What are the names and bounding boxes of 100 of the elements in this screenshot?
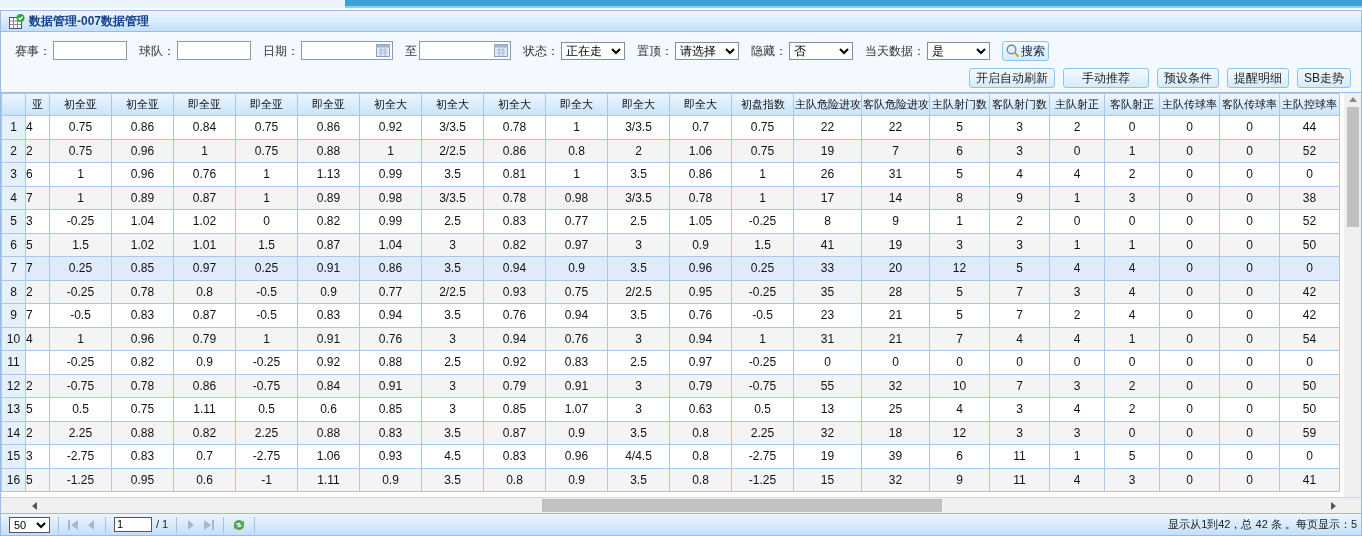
table-row[interactable]: 9 7 -0.5 0.83 0.87 -0.5 0.83 0.94 3.5 0.76 0.94 3.5 0.76 -0.5 23 21 5 7 2 4 0 0 42 (1, 303, 1340, 327)
table-row[interactable]: 11 -0.25 0.82 0.9 -0.25 0.92 0.88 2.5 0.92 0.83 2.5 0.97 -0.25 0 0 0 0 0 0 0 0 0 (1, 350, 1340, 374)
table-cell: 0 (1246, 190, 1253, 205)
table-cell: 33 (820, 261, 835, 276)
date-field[interactable] (301, 41, 393, 60)
page-size-select[interactable]: 50 (9, 516, 50, 533)
row-number: 5 (10, 214, 17, 229)
table-cell: 38 (1302, 190, 1317, 205)
table-cell: 0.8 (506, 472, 523, 487)
action-button[interactable]: 预设条件 (1157, 68, 1219, 88)
table-cell: 1.07 (564, 402, 589, 417)
vertical-scrollbar[interactable] (1344, 93, 1361, 497)
table-row[interactable]: 8 2 -0.25 0.78 0.8 -0.5 0.9 0.77 2/2.5 0.93 0.75 2/2.5 0.95 -0.25 35 28 5 7 3 4 0 0 42 (1, 280, 1340, 304)
table-cell: 0 (1246, 143, 1253, 158)
table-cell: 5 (956, 284, 963, 299)
table-cell: 0 (1246, 402, 1253, 417)
row-number: 7 (10, 261, 17, 276)
table-cell: 0 (1246, 308, 1253, 323)
table-cell: 2.25 (750, 425, 775, 440)
date-field[interactable] (419, 41, 511, 60)
table-row[interactable]: 1 4 0.75 0.86 0.84 0.75 0.86 0.92 3/3.5 0.78 1 3/3.5 0.7 0.75 22 22 5 3 2 0 0 0 44 (1, 115, 1340, 139)
table-row[interactable]: 2 2 0.75 0.96 1 0.75 0.88 1 2/2.5 0.86 0.8 2 1.06 0.75 19 7 6 3 0 1 0 0 52 (1, 139, 1340, 163)
table-cell: 2 (1073, 120, 1081, 135)
table-cell: 0.82 (502, 237, 527, 252)
table-row[interactable]: 3 6 1 0.96 0.76 1 1.13 0.99 3.5 0.81 1 3.5 0.86 1 26 31 5 4 4 2 0 0 0 (1, 162, 1340, 186)
scrollbar-thumb[interactable] (1346, 107, 1359, 227)
table-row[interactable]: 14 2 2.25 0.88 0.82 2.25 0.88 0.83 3.5 0.87 0.9 3.5 0.8 2.25 32 18 12 3 3 0 0 0 59 (1, 421, 1340, 445)
table-cell: 0.82 (192, 425, 217, 440)
table-row[interactable]: 6 5 1.5 1.02 1.01 1.5 0.87 1.04 3 0.82 0.97 3 0.9 1.5 41 19 3 3 1 1 0 0 50 (1, 233, 1340, 257)
refresh-icon[interactable] (232, 517, 247, 532)
table-row[interactable]: 13 5 0.5 0.75 1.11 0.5 0.6 0.85 3 0.85 1.07 3 0.63 0.5 13 25 4 3 4 2 0 0 50 (1, 397, 1340, 421)
table-cell: 4 (1073, 331, 1081, 346)
table-cell: 0.76 (502, 308, 527, 323)
calendar-icon[interactable] (376, 44, 390, 57)
table-cell: 4 (1073, 472, 1081, 487)
table-cell: 0 (1306, 449, 1313, 464)
horizontal-scrollbar[interactable] (1, 497, 1361, 513)
table-cell: 0 (1128, 120, 1136, 135)
action-button[interactable]: 开启自动刷新 (969, 68, 1055, 88)
scroll-left-icon[interactable] (31, 501, 39, 510)
table-cell: 0 (1186, 331, 1193, 346)
table-row[interactable]: 7 7 0.25 0.85 0.97 0.25 0.91 0.86 3.5 0.94 0.9 3.5 0.96 0.25 33 20 12 5 4 4 0 0 0 (1, 256, 1340, 280)
last-page-icon[interactable] (203, 518, 216, 531)
table-cell: 25 (888, 402, 903, 417)
table-cell: 0 (824, 355, 831, 370)
table-cell: 1 (387, 143, 394, 158)
table-cell: 0.87 (192, 308, 217, 323)
text-field[interactable] (53, 41, 127, 60)
table-cell: 19 (820, 449, 835, 464)
action-button[interactable]: 提醒明细 (1227, 68, 1289, 88)
table-cell: 9 (1016, 190, 1023, 205)
table-cell: 26 (820, 167, 835, 182)
page-field[interactable]: 1 (114, 517, 152, 532)
dropdown-select[interactable]: 正在走 (561, 41, 625, 60)
table-row[interactable]: 16 5 -1.25 0.95 0.6 -1 1.11 0.9 3.5 0.8 0.9 3.5 0.8 -1.25 15 32 9 11 4 3 0 0 41 (1, 468, 1340, 492)
row-number: 9 (10, 308, 17, 323)
table-cell: 1.02 (130, 237, 155, 252)
table-row[interactable]: 15 3 -2.75 0.83 0.7 -2.75 1.06 0.93 4.5 0.83 0.96 4/4.5 0.8 -2.75 19 39 6 11 1 5 0 0 0 (1, 444, 1340, 468)
table-cell: 4 (1016, 167, 1023, 182)
filter-label: 隐藏： (751, 42, 787, 60)
table-cell: 20 (888, 261, 903, 276)
table-row[interactable]: 5 3 -0.25 1.04 1.02 0 0.82 0.99 2.5 0.83 0.77 2.5 1.05 -0.25 8 9 1 2 0 0 0 0 52 (1, 209, 1340, 233)
pager-status: 显示从1到42，总 42 条 。每页显示：5 (1168, 517, 1358, 533)
search-icon (1006, 43, 1020, 58)
table-row[interactable]: 12 2 -0.75 0.78 0.86 -0.75 0.84 0.91 3 0.79 0.91 3 0.79 -0.75 55 32 10 7 3 2 0 0 50 (1, 374, 1340, 398)
table-cell: 0.88 (378, 355, 403, 370)
table-cell: 0 (1186, 378, 1193, 393)
table-cell: 39 (888, 449, 903, 464)
table-cell: 44 (1302, 120, 1317, 135)
table-cell: 3.5 (444, 472, 461, 487)
table-cell: 5 (956, 308, 963, 323)
table-check-icon (9, 13, 25, 29)
table-cell: 2 (1128, 378, 1136, 393)
table-cell: 0.75 (254, 120, 279, 135)
table-cell: 7 (1016, 308, 1023, 323)
table-cell: 0 (1186, 261, 1193, 276)
table-cell: 28 (888, 284, 903, 299)
scrollbar-thumb[interactable] (542, 499, 942, 512)
dropdown-select[interactable]: 否 (789, 41, 853, 60)
text-field[interactable] (177, 41, 251, 60)
dropdown-select[interactable]: 请选择 (675, 41, 739, 60)
action-button[interactable]: 手动推荐 (1063, 68, 1149, 88)
table-cell: 2 (26, 143, 33, 158)
table-cell: -0.75 (748, 378, 777, 393)
first-page-icon[interactable] (67, 518, 79, 531)
scroll-up-icon[interactable] (1348, 96, 1357, 104)
scroll-right-icon[interactable] (1329, 501, 1337, 510)
table-cell: 0.95 (130, 472, 155, 487)
action-button[interactable]: SB走势 (1297, 68, 1351, 88)
table-cell: 0.8 (692, 472, 709, 487)
table-cell: 0 (892, 355, 899, 370)
calendar-icon[interactable] (494, 44, 508, 57)
table-cell: -0.5 (752, 308, 773, 323)
table-row[interactable]: 10 4 1 0.96 0.79 1 0.91 0.76 3 0.94 0.76 3 0.94 1 31 21 7 4 4 1 0 0 54 (1, 327, 1340, 351)
table-row[interactable]: 4 7 1 0.89 0.87 1 0.89 0.98 3/3.5 0.78 0.98 3/3.5 0.78 1 17 14 8 9 1 3 0 0 38 (1, 186, 1340, 210)
table-cell: 5 (956, 120, 963, 135)
table-cell: 0.85 (502, 402, 527, 417)
table-cell: 7 (26, 261, 33, 276)
search-button[interactable]: 搜索 (1002, 40, 1049, 61)
dropdown-select[interactable]: 是 (927, 41, 990, 60)
